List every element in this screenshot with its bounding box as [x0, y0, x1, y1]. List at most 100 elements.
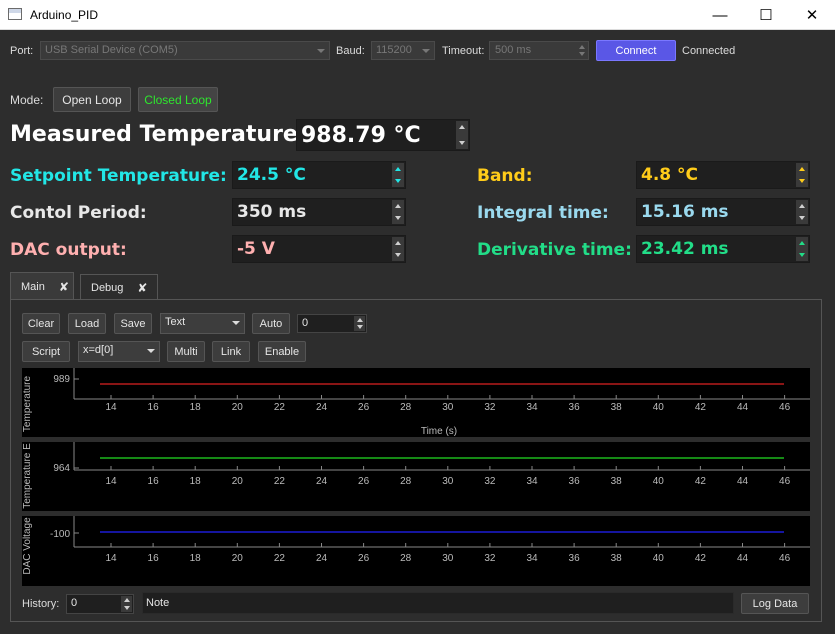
- timeout-stepper[interactable]: [576, 43, 587, 58]
- x-tick-label: 46: [779, 476, 791, 487]
- timeout-input[interactable]: 500 ms: [489, 41, 589, 60]
- measured-stepper[interactable]: [456, 121, 468, 149]
- derivative-time-field[interactable]: 23.42 ms: [636, 235, 810, 263]
- pin-icon: ✘: [58, 279, 69, 294]
- history-value: 0: [71, 597, 78, 609]
- auto-value: 0: [302, 317, 309, 329]
- control-period-value: 350 ms: [237, 202, 307, 222]
- x-tick-label: 32: [484, 402, 496, 413]
- script-button[interactable]: Script: [22, 341, 70, 362]
- tab-debug[interactable]: Debug ✘: [80, 274, 158, 300]
- integral-stepper[interactable]: [796, 200, 808, 224]
- tab-main-label: Main: [21, 280, 45, 293]
- band-value: 4.8 °C: [641, 165, 699, 185]
- plot-ylabel: Temperature E: [22, 443, 33, 509]
- open-loop-button[interactable]: Open Loop: [53, 87, 131, 112]
- note-input[interactable]: Note: [142, 592, 734, 614]
- load-button[interactable]: Load: [68, 313, 106, 334]
- pin-icon: ✘: [137, 280, 148, 295]
- plot-ylabel: Temperature: [22, 375, 33, 432]
- tab-main[interactable]: Main ✘: [10, 272, 74, 300]
- plot-xlabel: Time (s): [421, 426, 457, 437]
- closed-loop-button[interactable]: Closed Loop: [138, 87, 218, 112]
- log-data-button[interactable]: Log Data: [741, 593, 809, 614]
- window-title: Arduino_PID: [30, 8, 99, 22]
- x-tick-label: 18: [190, 553, 202, 564]
- x-tick-label: 28: [400, 402, 412, 413]
- plot-temperature-error[interactable]: Temperature E 964 14 16 18 20 22 24 26 28 30 32 34…: [22, 442, 810, 511]
- x-tick-label: 40: [653, 476, 665, 487]
- baud-select[interactable]: 115200: [371, 41, 435, 60]
- script-expression-select[interactable]: x=d[0]: [78, 341, 160, 362]
- close-icon[interactable]: ✕: [789, 0, 835, 30]
- x-tick-label: 26: [358, 402, 370, 413]
- history-input[interactable]: 0: [66, 594, 134, 614]
- timeout-value: 500 ms: [495, 44, 532, 56]
- multi-button[interactable]: Multi: [167, 341, 205, 362]
- port-value: USB Serial Device (COM5): [45, 44, 178, 56]
- band-stepper[interactable]: [796, 163, 808, 187]
- derivative-stepper[interactable]: [796, 237, 808, 261]
- plot-temperature[interactable]: Temperature 989 14 16 18 20 22 24 26 28 30 32 34 36…: [22, 368, 810, 437]
- integral-time-value: 15.16 ms: [641, 202, 729, 222]
- x-tick-label: 36: [569, 402, 581, 413]
- title-bar: Arduino_PID — ☐ ✕: [0, 0, 835, 30]
- band-label: Band:: [477, 166, 533, 186]
- x-tick-label: 26: [358, 553, 370, 564]
- x-tick-label: 24: [316, 553, 328, 564]
- format-select[interactable]: Text: [160, 313, 245, 334]
- auto-input[interactable]: 0: [297, 314, 367, 333]
- x-tick-label: 30: [442, 476, 454, 487]
- save-button[interactable]: Save: [114, 313, 152, 334]
- setpoint-field[interactable]: 24.5 °C: [232, 161, 406, 189]
- baud-value: 115200: [376, 44, 412, 56]
- dac-output-field[interactable]: -5 V: [232, 235, 406, 263]
- x-tick-label: 30: [442, 553, 454, 564]
- minimize-icon[interactable]: —: [697, 0, 743, 30]
- measured-temperature-label: Measured Temperature:: [10, 122, 307, 147]
- x-tick-label: 34: [526, 476, 538, 487]
- x-tick-label: 24: [316, 402, 328, 413]
- chevron-down-icon: [422, 49, 430, 53]
- port-label: Port:: [10, 45, 34, 57]
- dac-stepper[interactable]: [392, 237, 404, 261]
- x-tick-label: 32: [484, 553, 496, 564]
- x-tick-label: 38: [611, 553, 623, 564]
- link-button[interactable]: Link: [212, 341, 250, 362]
- port-select[interactable]: USB Serial Device (COM5): [40, 41, 330, 60]
- band-field[interactable]: 4.8 °C: [636, 161, 810, 189]
- history-label: History:: [22, 598, 60, 610]
- plot-temperature-canvas: Temperature 989 14 16 18 20 22 24 26 28 30 32 34 36…: [22, 368, 810, 437]
- control-period-field[interactable]: 350 ms: [232, 198, 406, 226]
- baud-label: Baud:: [336, 45, 365, 57]
- y-tick-label: 964: [53, 463, 70, 474]
- note-placeholder: Note: [146, 597, 170, 609]
- plot-dac-voltage[interactable]: DAC Voltage -100 14 16 18 20 22 24 26 28 30 32 34 3…: [22, 516, 810, 586]
- period-stepper[interactable]: [392, 200, 404, 224]
- app-window-icon: [8, 8, 22, 20]
- connect-button[interactable]: Connect: [596, 40, 676, 61]
- dac-output-value: -5 V: [237, 239, 275, 259]
- x-tick-label: 40: [653, 553, 665, 564]
- history-stepper[interactable]: [121, 596, 132, 612]
- auto-stepper[interactable]: [354, 316, 365, 331]
- derivative-time-label: Derivative time:: [477, 240, 632, 260]
- maximize-icon[interactable]: ☐: [743, 0, 789, 30]
- x-tick-label: 46: [779, 402, 791, 413]
- integral-time-label: Integral time:: [477, 203, 609, 223]
- x-tick-label: 38: [611, 476, 623, 487]
- x-tick-label: 14: [105, 553, 117, 564]
- x-tick-label: 42: [695, 553, 707, 564]
- x-tick-label: 28: [400, 476, 412, 487]
- x-tick-label: 18: [190, 402, 202, 413]
- integral-time-field[interactable]: 15.16 ms: [636, 198, 810, 226]
- auto-button[interactable]: Auto: [252, 313, 290, 334]
- enable-button[interactable]: Enable: [258, 341, 306, 362]
- clear-button[interactable]: Clear: [22, 313, 60, 334]
- setpoint-stepper[interactable]: [392, 163, 404, 187]
- control-period-label: Contol Period:: [10, 203, 147, 223]
- x-tick-label: 20: [232, 553, 244, 564]
- x-tick-label: 44: [737, 476, 749, 487]
- x-tick-label: 20: [232, 402, 244, 413]
- plot-ylabel: DAC Voltage: [22, 517, 33, 575]
